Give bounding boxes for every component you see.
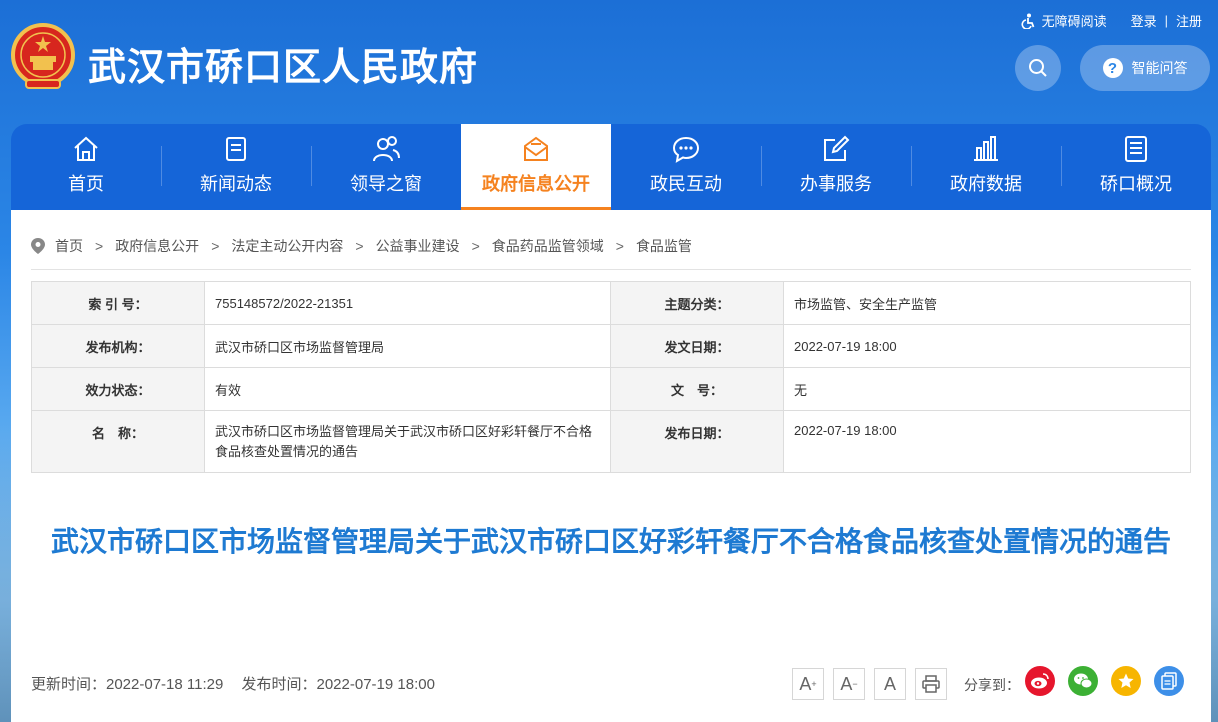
leaders-icon	[373, 136, 400, 162]
nav-label: 领导之窗	[350, 174, 422, 194]
meta-label: 索 引 号：	[31, 281, 205, 325]
share-copy-button[interactable]	[1154, 666, 1184, 696]
nav-item-data[interactable]: 政府数据	[911, 124, 1061, 210]
meta-value-status: 有效	[204, 367, 611, 411]
copy-icon	[1161, 672, 1177, 690]
breadcrumb-separator: >	[471, 238, 480, 254]
font-default-button[interactable]: A	[874, 668, 906, 700]
document-meta-table: 索 引 号： 755148572/2022-21351 主题分类： 市场监管、安…	[31, 281, 1191, 473]
wechat-icon	[1074, 673, 1093, 689]
meta-label: 发布日期：	[610, 410, 784, 473]
weibo-icon	[1031, 673, 1049, 689]
accessibility-label: 无障碍阅读	[1041, 14, 1107, 29]
nav-item-interaction[interactable]: 政民互动	[611, 124, 761, 210]
meta-label: 文 号：	[610, 367, 784, 411]
breadcrumb-separator: >	[615, 238, 624, 254]
smart-qa-button[interactable]: ? 智能问答	[1080, 45, 1210, 91]
meta-value-index: 755148572/2022-21351	[204, 281, 611, 325]
search-icon	[1029, 59, 1047, 77]
meta-value-name: 武汉市硚口区市场监督管理局关于武汉市硚口区好彩轩餐厅不合格食品核查处置情况的通告	[204, 410, 611, 473]
site-title[interactable]: 武汉市硚口区人民政府	[88, 36, 478, 91]
font-larger-button[interactable]: A +	[792, 668, 824, 700]
nav-item-news[interactable]: 新闻动态	[161, 124, 311, 210]
breadcrumb-public-welfare[interactable]: 公益事业建设	[376, 236, 460, 256]
nav-item-overview[interactable]: 硚口概况	[1061, 124, 1211, 210]
meta-label: 效力状态：	[31, 367, 205, 411]
register-link[interactable]: 注册	[1176, 11, 1202, 30]
published-time: 发布时间：2022-07-19 18:00	[241, 676, 435, 693]
accessibility-icon	[1021, 13, 1034, 29]
home-icon	[74, 136, 98, 161]
font-larger-label: A	[799, 673, 812, 694]
nav-label: 政民互动	[650, 174, 722, 194]
nav-item-services[interactable]: 办事服务	[761, 124, 911, 210]
nav-item-gov-info[interactable]: 政府信息公开	[461, 124, 611, 210]
login-link[interactable]: 登录	[1131, 11, 1157, 30]
login-divider: |	[1164, 13, 1168, 28]
breadcrumb-gov-info[interactable]: 政府信息公开	[115, 236, 199, 256]
accessibility-link[interactable]: 无障碍阅读	[1020, 11, 1107, 30]
font-smaller-label: A	[840, 673, 853, 694]
print-button[interactable]	[915, 668, 947, 700]
share-weibo-button[interactable]	[1025, 666, 1055, 696]
main-nav: 首页 新闻动态 领导之窗 政府信息公开 政民互动 办事服务 政府数据 硚口概况	[11, 124, 1211, 210]
article-title: 武汉市硚口区市场监督管理局关于武汉市硚口区好彩轩餐厅不合格食品核查处置情况的通告	[50, 526, 1171, 557]
meta-label: 名 称：	[31, 410, 205, 473]
updated-time: 更新时间：2022-07-18 11:29	[31, 676, 224, 693]
nav-label: 办事服务	[800, 174, 872, 194]
news-icon	[226, 137, 246, 161]
meta-value-topic: 市场监管、安全生产监管	[783, 281, 1191, 325]
chat-icon	[672, 136, 700, 163]
share-favorite-button[interactable]	[1111, 666, 1141, 696]
meta-value-publisher: 武汉市硚口区市场监督管理局	[204, 324, 611, 368]
national-emblem	[11, 23, 75, 89]
smart-qa-label: 智能问答	[1131, 60, 1188, 76]
nav-label: 新闻动态	[200, 174, 272, 194]
nav-label: 政府数据	[950, 174, 1022, 194]
mail-icon	[524, 136, 548, 161]
breadcrumb-food-drug[interactable]: 食品药品监管领域	[492, 236, 604, 256]
breadcrumb: 首页 > 政府信息公开 > 法定主动公开内容 > 公益事业建设 > 食品药品监管…	[31, 231, 1191, 270]
breadcrumb-home[interactable]: 首页	[55, 236, 83, 256]
share-label: 分享到：	[964, 677, 1020, 693]
breadcrumb-separator: >	[211, 238, 220, 254]
meta-value-issue-date: 2022-07-19 18:00	[783, 324, 1191, 368]
star-icon	[1118, 673, 1134, 688]
meta-value-publish-date: 2022-07-19 18:00	[783, 410, 1191, 473]
print-icon	[922, 675, 940, 693]
search-button[interactable]	[1015, 45, 1061, 91]
nav-label: 硚口概况	[1100, 174, 1172, 194]
nav-item-home[interactable]: 首页	[11, 124, 161, 210]
document-icon	[1125, 136, 1147, 162]
font-default-label: A	[883, 673, 896, 694]
breadcrumb-separator: >	[355, 238, 364, 254]
article-timestamps: 更新时间：2022-07-18 11:29 发布时间：2022-07-19 18…	[31, 673, 435, 694]
question-icon: ?	[1102, 58, 1123, 78]
font-smaller-button[interactable]: A −	[833, 668, 865, 700]
nav-item-leaders[interactable]: 领导之窗	[311, 124, 461, 210]
edit-icon	[824, 135, 850, 161]
font-size-tools: A + A − A	[792, 668, 956, 700]
meta-label: 主题分类：	[610, 281, 784, 325]
share-wechat-button[interactable]	[1068, 666, 1098, 696]
meta-label: 发布机构：	[31, 324, 205, 368]
breadcrumb-food-supervision[interactable]: 食品监管	[636, 236, 692, 256]
meta-label: 发文日期：	[610, 324, 784, 368]
breadcrumb-separator: >	[95, 238, 104, 254]
nav-label: 首页	[68, 174, 104, 194]
bar-chart-icon	[974, 136, 998, 161]
nav-label: 政府信息公开	[482, 174, 590, 194]
content-panel: 首页 > 政府信息公开 > 法定主动公开内容 > 公益事业建设 > 食品药品监管…	[11, 210, 1211, 722]
location-pin-icon	[31, 238, 45, 254]
breadcrumb-statutory[interactable]: 法定主动公开内容	[231, 236, 343, 256]
meta-value-docno: 无	[783, 367, 1191, 411]
top-utility-bar: 无障碍阅读 登录 | 注册	[1020, 11, 1202, 30]
